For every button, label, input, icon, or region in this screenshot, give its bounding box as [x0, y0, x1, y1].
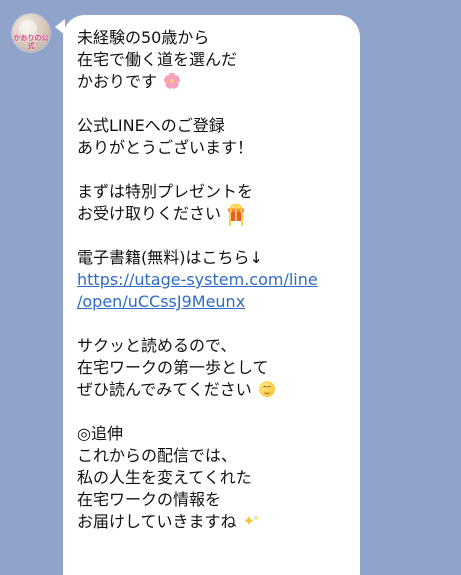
chat-screen: かおりの公式 未経験の50歳から 在宅で働く道を選んだ かおりです 公式LINE…: [0, 0, 461, 575]
message-line-text: お届けしていきますね: [77, 512, 237, 531]
message-line-text: ぜひ読んでみてください: [77, 380, 252, 399]
sender-avatar[interactable]: かおりの公式: [12, 14, 50, 52]
message-line: お届けしていきますね: [77, 508, 350, 533]
message-line-text: 在宅で働く道を選んだ: [77, 50, 238, 69]
sparkles-icon: [243, 508, 261, 532]
message-line: ◎追伸: [77, 423, 350, 445]
message-line-text: 在宅ワークの情報を: [77, 490, 222, 509]
message-gap: [77, 225, 350, 247]
message-line-text: 電子書籍(無料)はこちら↓: [77, 248, 263, 267]
ebook-link-part-1[interactable]: https://utage-system.com/line: [77, 270, 318, 289]
message-line-text: 私の人生を変えてくれた: [77, 468, 252, 487]
message-gap: [77, 159, 350, 181]
message-gap: [77, 401, 350, 423]
message-line-text: かおりです: [77, 72, 158, 91]
message-line: お受け取りください: [77, 202, 350, 225]
message-line: 電子書籍(無料)はこちら↓: [77, 247, 350, 269]
message-line-text: 未経験の50歳から: [77, 28, 210, 47]
message-line: かおりです: [77, 71, 350, 93]
message-line: ぜひ読んでみてください: [77, 379, 350, 401]
message-line: 在宅ワークの第一歩として: [77, 357, 350, 379]
relieved-face-icon: [258, 380, 276, 398]
message-line: ありがとうございます！: [77, 137, 350, 159]
message-link-line[interactable]: https://utage-system.com/line: [77, 269, 350, 291]
message-line-text: 公式LINEへのご登録: [77, 116, 225, 135]
message-line: サクッと読めるので、: [77, 335, 350, 357]
message-line-text: サクッと読めるので、: [77, 336, 237, 355]
gift-icon: [227, 202, 245, 222]
avatar-label: かおりの公式: [13, 34, 49, 50]
ebook-link-part-2[interactable]: /open/uCCssJ9Meunx: [77, 292, 245, 311]
cherry-blossom-icon: [163, 72, 181, 90]
message-line: 私の人生を変えてくれた: [77, 467, 350, 489]
message-link-line[interactable]: /open/uCCssJ9Meunx: [77, 291, 350, 313]
relieved-face-right-eye: [266, 386, 271, 389]
message-line-text: ◎追伸: [77, 424, 123, 443]
message-line: まずは特別プレゼントを: [77, 181, 350, 203]
message-line: 公式LINEへのご登録: [77, 115, 350, 137]
message-line: 未経験の50歳から: [77, 27, 350, 49]
message-line-text: 在宅ワークの第一歩として: [77, 358, 269, 377]
message-line-text: まずは特別プレゼントを: [77, 182, 254, 201]
message-bubble: 未経験の50歳から 在宅で働く道を選んだ かおりです 公式LINEへのご登録 あ…: [55, 15, 360, 575]
message-line-text: ありがとうございます！: [77, 138, 254, 157]
message-line: 在宅で働く道を選んだ: [77, 49, 350, 71]
message-line: これからの配信では、: [77, 445, 350, 467]
message-gap: [77, 313, 350, 335]
message-gap: [77, 93, 350, 115]
message-line: 在宅ワークの情報を: [77, 489, 350, 511]
message-line-text: お受け取りください: [77, 204, 222, 223]
message-line-text: これからの配信では、: [77, 446, 238, 465]
